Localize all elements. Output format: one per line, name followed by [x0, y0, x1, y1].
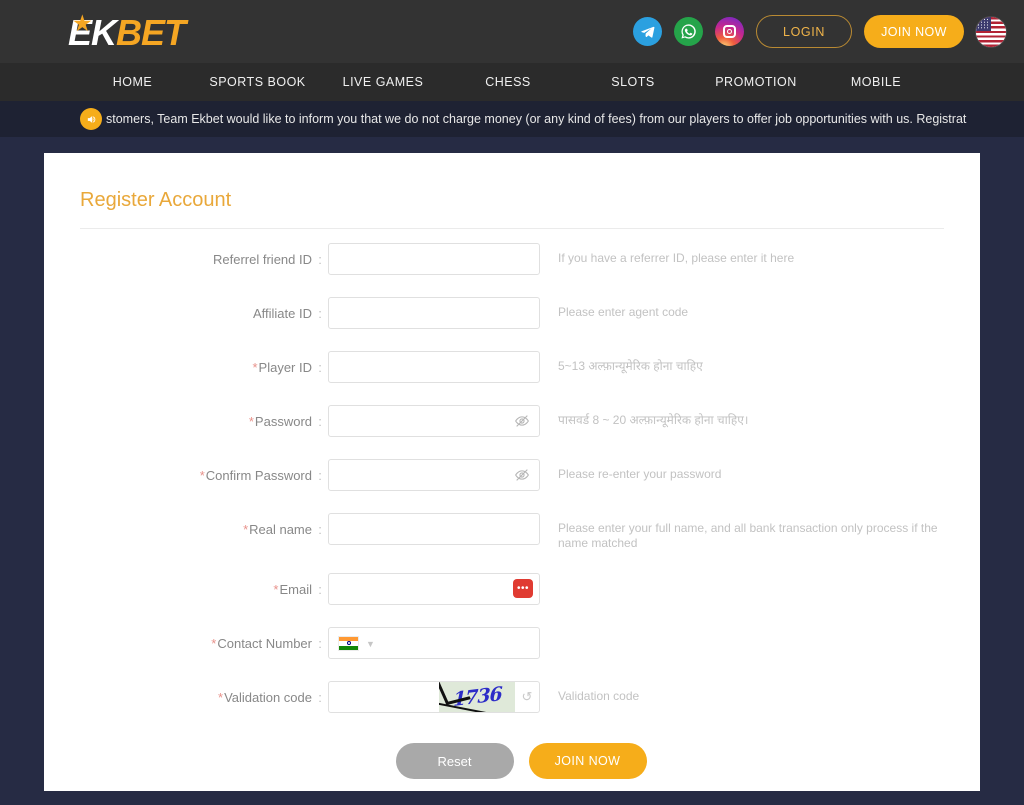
refresh-captcha-icon[interactable]: ↺ [515, 689, 539, 705]
hint-validation-code: Validation code [558, 689, 640, 703]
label-colon: : [318, 360, 322, 375]
header-actions: LOGIN JOIN NOW [633, 0, 1006, 63]
contact-number-input[interactable] [328, 627, 540, 659]
label-text: Contact Number [217, 636, 312, 651]
label-confirm-password: *Confirm Password [44, 459, 312, 483]
hint-player-id: 5~13 अल्फ़ान्यूमेरिक होना चाहिए [558, 359, 703, 373]
star-icon: ★ [72, 9, 93, 36]
nav-item-slots[interactable]: SLOTS [570, 75, 696, 89]
instagram-icon[interactable] [715, 17, 744, 46]
label-referrel-friend-id: Referrel friend ID [213, 252, 312, 267]
hint-real-name: Please enter your full name, and all ban… [558, 521, 938, 550]
label-colon: : [318, 636, 322, 651]
register-form: Referrel friend ID : If you have a refer… [44, 229, 980, 779]
field-row-real-name: *Real name : Please enter your full name… [44, 513, 980, 551]
page-body: Register Account Referrel friend ID : If… [0, 137, 1024, 791]
label-text: Email [279, 582, 312, 597]
captcha-group: 1736 ↺ [439, 682, 539, 712]
confirm-password-input[interactable] [328, 459, 540, 491]
field-row-referrel-friend-id: Referrel friend ID : If you have a refer… [44, 243, 980, 275]
hint-referrel-friend-id: If you have a referrer ID, please enter … [558, 251, 795, 265]
player-id-input[interactable] [328, 351, 540, 383]
site-header: ★ EKBET LOGIN JOIN NOW [0, 0, 1024, 63]
hint-affiliate-id: Please enter agent code [558, 305, 689, 319]
nav-item-chess[interactable]: CHESS [446, 75, 570, 89]
nav-item-sports-book[interactable]: SPORTS BOOK [195, 75, 320, 89]
hint-email [558, 573, 958, 581]
whatsapp-icon[interactable] [674, 17, 703, 46]
field-row-player-id: *Player ID : 5~13 अल्फ़ान्यूमेरिक होना च… [44, 351, 980, 383]
main-navigation: HOME SPORTS BOOK LIVE GAMES CHESS SLOTS … [0, 63, 1024, 101]
site-logo[interactable]: ★ EKBET [68, 9, 186, 53]
label-player-id: *Player ID [44, 351, 312, 375]
field-row-affiliate-id: Affiliate ID : Please enter agent code [44, 297, 980, 329]
password-input[interactable] [328, 405, 540, 437]
chevron-down-icon[interactable]: ▼ [366, 639, 375, 649]
label-text: Real name [249, 522, 312, 537]
eye-off-icon[interactable] [514, 413, 530, 429]
hint-contact-number [558, 627, 958, 635]
label-text: Player ID [258, 360, 312, 375]
page-title: Register Account [80, 189, 232, 211]
eye-off-icon[interactable] [514, 467, 530, 483]
label-colon: : [318, 414, 322, 429]
real-name-input[interactable] [328, 513, 540, 545]
label-text: Confirm Password [205, 468, 312, 483]
required-asterisk: * [218, 690, 224, 705]
reset-button[interactable]: Reset [395, 743, 514, 779]
nav-item-live-games[interactable]: LIVE GAMES [320, 75, 446, 89]
email-input[interactable] [328, 573, 540, 605]
field-row-contact-number: *Contact Number : ▼ [44, 627, 980, 659]
affiliate-id-input[interactable] [328, 297, 540, 329]
password-manager-icon[interactable]: ••• [513, 579, 533, 598]
referrel-friend-id-input[interactable] [328, 243, 540, 275]
label-email: *Email [44, 573, 312, 597]
label-contact-number: *Contact Number [44, 627, 312, 651]
nav-item-promotion[interactable]: PROMOTION [696, 75, 816, 89]
hint-password: पासवर्ड 8 ~ 20 अल्फ़ान्यूमेरिक होना चाहि… [558, 413, 749, 427]
required-asterisk: * [211, 636, 217, 651]
badge-dots: ••• [516, 582, 529, 594]
field-row-email: *Email : ••• [44, 573, 980, 605]
captcha-text: 1736 [452, 682, 502, 712]
required-asterisk: * [243, 522, 249, 537]
label-text: Validation code [224, 690, 312, 705]
nav-item-home[interactable]: HOME [70, 75, 195, 89]
announcement-bar: stomers, Team Ekbet would like to inform… [0, 101, 1024, 137]
form-actions: Reset JOIN NOW [44, 743, 980, 779]
label-colon: : [318, 306, 322, 321]
field-row-password: *Password : पासवर्ड 8 ~ 20 अल्फ़ान्यूमेर… [44, 405, 980, 437]
india-flag-icon[interactable] [338, 636, 359, 651]
language-selector-us-flag-icon[interactable] [976, 16, 1006, 47]
label-colon: : [318, 690, 322, 705]
required-asterisk: * [248, 414, 254, 429]
telegram-icon[interactable] [633, 17, 662, 46]
required-asterisk: * [252, 360, 258, 375]
speaker-icon [80, 108, 102, 130]
field-row-confirm-password: *Confirm Password : Please re-enter your… [44, 459, 980, 491]
logo-text-bet: BET [116, 11, 186, 53]
required-asterisk: * [273, 582, 279, 597]
instagram-glyph [723, 25, 736, 38]
label-colon: : [318, 468, 322, 483]
label-text: Password [254, 414, 312, 429]
label-colon: : [318, 582, 322, 597]
label-colon: : [318, 252, 322, 267]
label-real-name: *Real name [44, 513, 312, 537]
label-password: *Password [44, 405, 312, 429]
field-row-validation-code: *Validation code : 1736 ↺ Validation cod… [44, 681, 980, 713]
label-validation-code: *Validation code [44, 681, 312, 705]
join-now-submit-button[interactable]: JOIN NOW [528, 743, 647, 779]
label-affiliate-id: Affiliate ID [252, 306, 312, 321]
label-colon: : [318, 522, 322, 537]
announcement-text: stomers, Team Ekbet would like to inform… [106, 112, 967, 126]
hint-confirm-password: Please re-enter your password [558, 467, 722, 481]
nav-item-mobile[interactable]: MOBILE [816, 75, 936, 89]
login-button[interactable]: LOGIN [756, 15, 852, 48]
captcha-image[interactable]: 1736 [439, 682, 515, 712]
register-card: Register Account Referrel friend ID : If… [44, 153, 980, 791]
header-join-now-button[interactable]: JOIN NOW [864, 15, 964, 48]
required-asterisk: * [199, 468, 205, 483]
